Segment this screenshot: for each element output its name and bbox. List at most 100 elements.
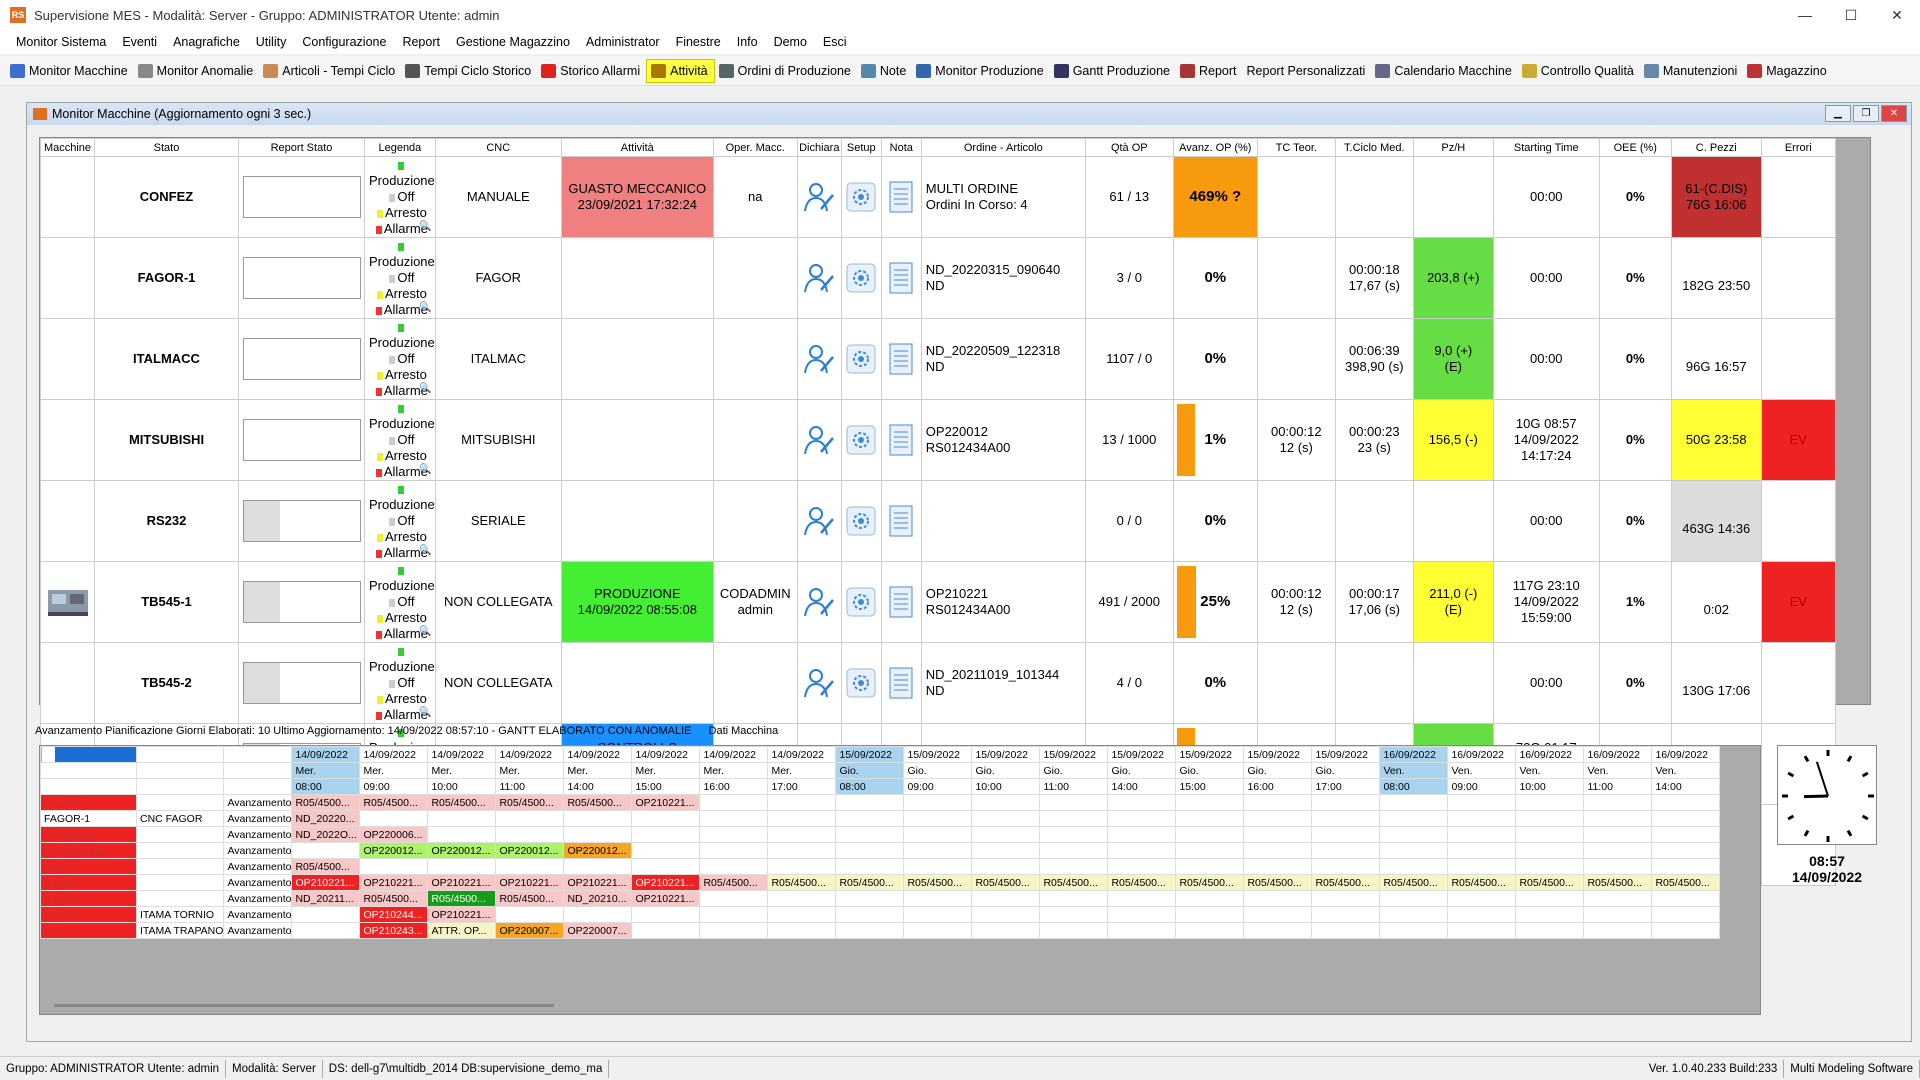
gantt-time-header[interactable]: 14/09/2022 (427, 746, 497, 763)
gantt-time-header[interactable]: Gio. (971, 762, 1041, 779)
gantt-time-header[interactable]: 14/09/2022 (563, 746, 633, 763)
gantt-time-header[interactable]: 15/09/2022 (1311, 746, 1381, 763)
column-header[interactable]: Pz/H (1412, 138, 1494, 157)
gantt-time-header[interactable]: Mer. (291, 762, 361, 779)
menu-demo[interactable]: Demo (766, 35, 815, 49)
activity-cell[interactable] (560, 237, 714, 319)
gantt-slot[interactable] (1447, 858, 1517, 875)
errors-cell[interactable] (1760, 480, 1836, 562)
gantt-slot[interactable] (1311, 826, 1381, 843)
gantt-slot[interactable] (1039, 858, 1109, 875)
gantt-slot[interactable] (631, 810, 701, 827)
gantt-slot[interactable] (1243, 906, 1313, 923)
gantt-slot[interactable]: OP210221... (631, 794, 701, 811)
gantt-slot[interactable] (1583, 794, 1653, 811)
gantt-row[interactable]: RS232 Avanzamento R05/4500... (40, 858, 1721, 875)
machine-row[interactable]: TB545-1 Produzione Off Arresto Allarme 🔍 NON C… (40, 561, 1836, 643)
machine-name[interactable]: CONFEZ (94, 156, 239, 238)
gantt-slot[interactable] (1107, 826, 1177, 843)
gantt-slot[interactable] (1379, 842, 1449, 859)
magnifier-icon[interactable]: 🔍 (419, 624, 431, 640)
magnifier-icon[interactable]: 🔍 (419, 300, 431, 316)
gantt-slot[interactable]: OP210221... (631, 874, 701, 891)
note-document-icon[interactable] (882, 262, 920, 294)
setup-cell[interactable] (840, 399, 882, 481)
gantt-slot[interactable] (1651, 906, 1721, 923)
gantt-slot[interactable]: OP220012... (359, 842, 429, 859)
gantt-slot[interactable] (563, 906, 633, 923)
gantt-slot[interactable] (1107, 794, 1177, 811)
gantt-slot[interactable] (1651, 810, 1721, 827)
machine-row[interactable]: FAGOR-1 Produzione Off Arresto Allarme 🔍 FAGOR… (40, 237, 1836, 319)
menu-report[interactable]: Report (394, 35, 448, 49)
gantt-slot[interactable] (767, 906, 837, 923)
menu-eventi[interactable]: Eventi (114, 35, 165, 49)
gantt-time-header[interactable]: Gio. (1175, 762, 1245, 779)
gantt-slot[interactable] (699, 842, 769, 859)
gantt-machine[interactable]: ITALMACC (40, 826, 137, 843)
gantt-time-header[interactable]: Gio. (1107, 762, 1177, 779)
gantt-slot[interactable] (903, 890, 973, 907)
column-header[interactable]: C. Pezzi (1670, 138, 1762, 157)
gantt-time-header[interactable]: 16:00 (699, 778, 769, 795)
gantt-slot[interactable] (971, 906, 1041, 923)
note-cell[interactable] (880, 561, 922, 643)
activity-cell[interactable] (560, 480, 714, 562)
gantt-slot[interactable]: ND_20211... (291, 890, 361, 907)
gantt-slot[interactable] (835, 810, 905, 827)
gantt-slot[interactable] (1311, 858, 1381, 875)
setup-cell[interactable] (840, 318, 882, 400)
gantt-slot[interactable] (835, 858, 905, 875)
gantt-time-header[interactable]: Ven. (1515, 762, 1585, 779)
gantt-slot[interactable] (291, 906, 361, 923)
gantt-time-header[interactable]: Mer. (563, 762, 633, 779)
gantt-slot[interactable] (1107, 890, 1177, 907)
gantt-time-header[interactable]: 16/09/2022 (1379, 746, 1449, 763)
gantt-slot[interactable]: R05/4500... (1311, 874, 1381, 891)
gantt-slot[interactable] (631, 922, 701, 939)
gantt-slot[interactable] (1243, 922, 1313, 939)
activity-cell[interactable] (560, 318, 714, 400)
gantt-slot[interactable] (1651, 858, 1721, 875)
gantt-slot[interactable] (903, 842, 973, 859)
gantt-time-header[interactable]: 10:00 (1515, 778, 1585, 795)
gantt-slot[interactable] (1039, 842, 1109, 859)
gantt-machine[interactable]: CONFEZ (40, 794, 137, 811)
note-cell[interactable] (880, 399, 922, 481)
gantt-slot[interactable] (495, 810, 565, 827)
gantt-time-header[interactable]: Gio. (835, 762, 905, 779)
gantt-slot[interactable] (1447, 906, 1517, 923)
gantt-slot[interactable] (1515, 826, 1585, 843)
setup-gear-icon[interactable] (842, 344, 880, 374)
gantt-row[interactable]: CONFEZ Avanzamento R05/4500... R05/4500... R… (40, 794, 1721, 811)
gantt-slot[interactable]: R05/4500... (1651, 874, 1721, 891)
gantt-slot[interactable]: R05/4500... (495, 794, 565, 811)
gantt-time-header[interactable]: Mer. (427, 762, 497, 779)
column-header[interactable]: Oper. Macc. (712, 138, 798, 157)
magnifier-icon[interactable]: 🔍 (419, 219, 431, 235)
gantt-slot[interactable] (835, 794, 905, 811)
gantt-slot[interactable] (1515, 890, 1585, 907)
declare-user-icon[interactable] (798, 262, 840, 294)
gantt-slot[interactable] (699, 826, 769, 843)
gantt-time-header[interactable]: 14/09/2022 (495, 746, 565, 763)
gantt-slot[interactable] (291, 842, 361, 859)
declare-cell[interactable] (796, 561, 842, 643)
gantt-slot[interactable] (1311, 810, 1381, 827)
gantt-slot[interactable] (1515, 906, 1585, 923)
errors-cell[interactable]: EV (1760, 561, 1836, 643)
gantt-time-header[interactable]: 14/09/2022 (631, 746, 701, 763)
gantt-slot[interactable] (1583, 858, 1653, 875)
gantt-slot[interactable] (767, 842, 837, 859)
gantt-slot[interactable]: OP210244... (359, 906, 429, 923)
gantt-slot[interactable] (903, 794, 973, 811)
setup-gear-icon[interactable] (842, 587, 880, 617)
gantt-slot[interactable]: R05/4500... (1379, 874, 1449, 891)
gantt-slot[interactable] (495, 858, 565, 875)
toolbar-ordini-di-produzione-button[interactable]: Ordini di Produzione (715, 59, 857, 83)
toolbar-report-button[interactable]: Report (1176, 59, 1243, 83)
declare-cell[interactable] (796, 642, 842, 724)
note-document-icon[interactable] (882, 181, 920, 213)
activity-cell[interactable] (560, 399, 714, 481)
gantt-slot[interactable] (1379, 810, 1449, 827)
